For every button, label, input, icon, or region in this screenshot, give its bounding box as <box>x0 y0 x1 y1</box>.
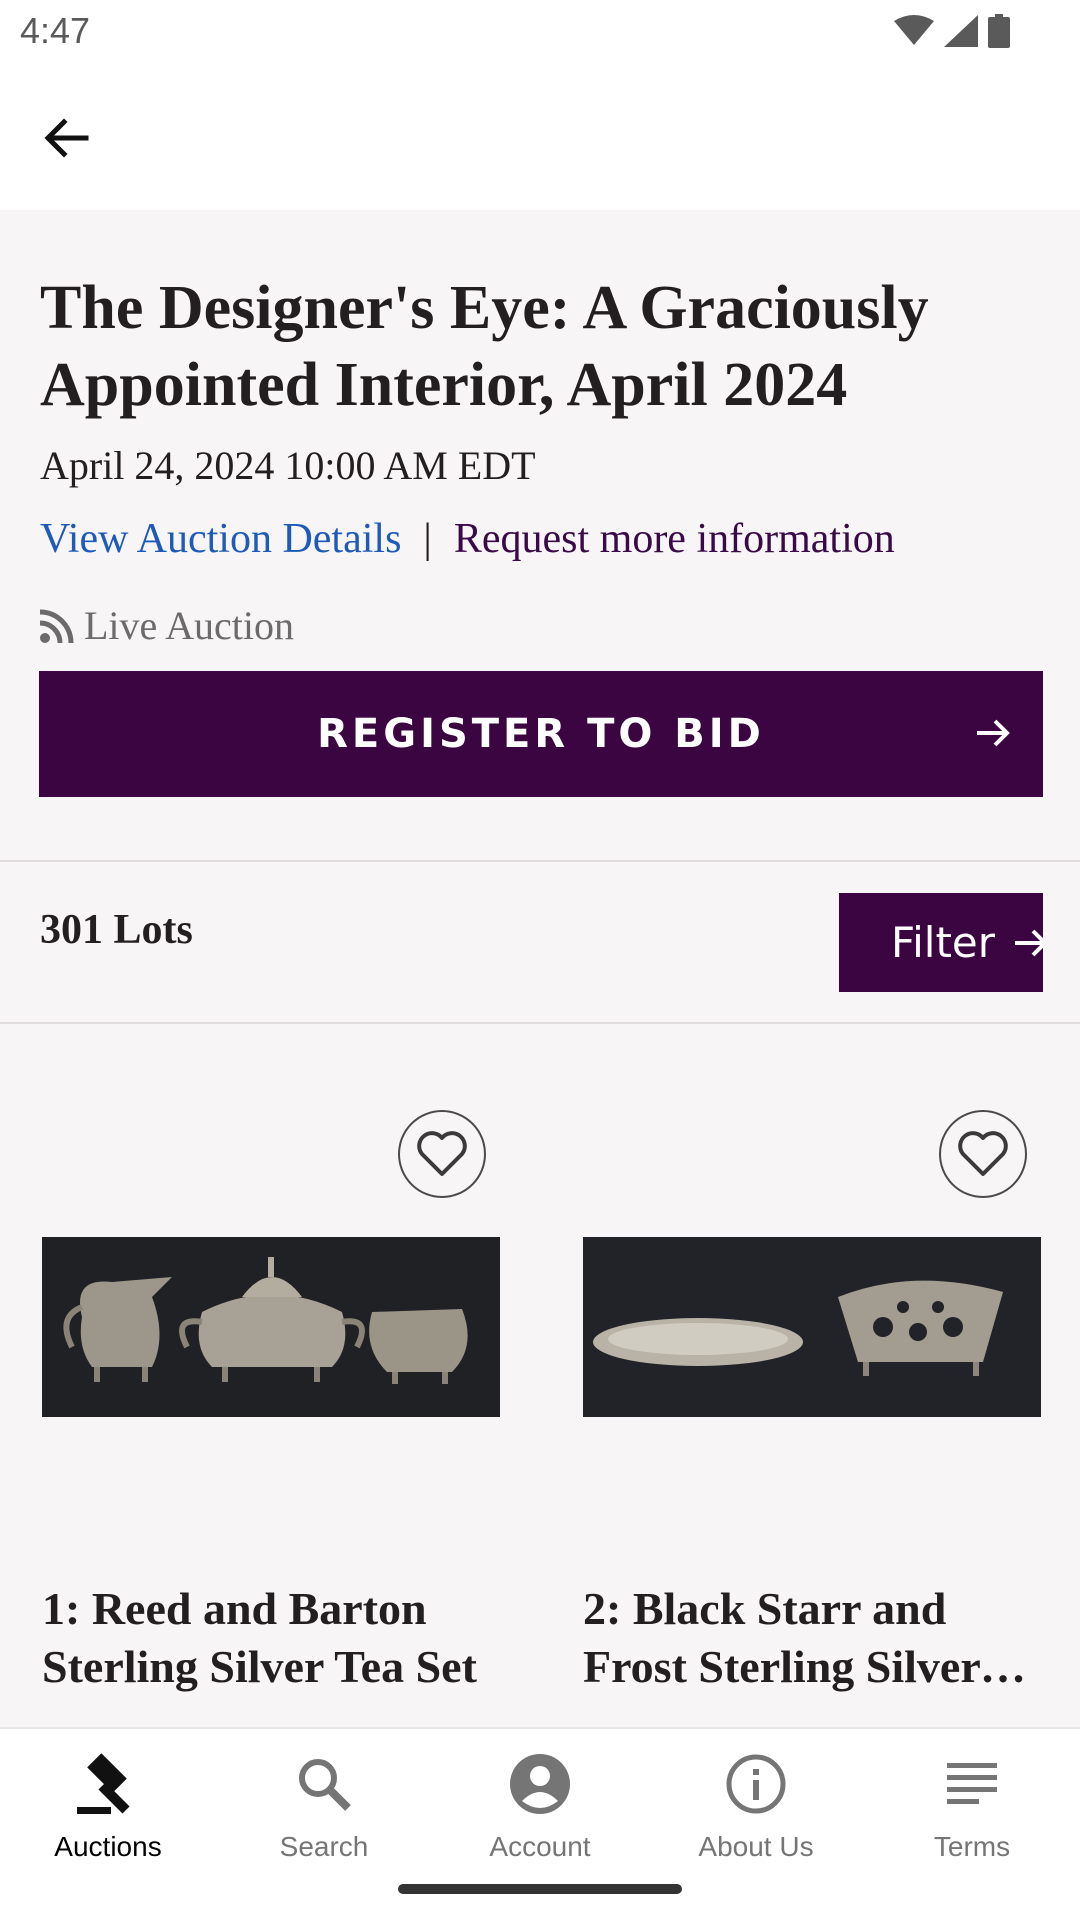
lots-count: 301 Lots <box>40 907 193 953</box>
lot-image[interactable] <box>42 1237 500 1417</box>
arrow-back-icon <box>44 118 89 158</box>
nav-item-account[interactable]: Account <box>432 1749 648 1863</box>
nav-item-auctions[interactable]: Auctions <box>0 1749 216 1863</box>
lot-title[interactable]: 2: Black Starr and Frost Sterling Silver… <box>583 1580 1043 1696</box>
divider <box>0 860 1080 862</box>
link-separator: | <box>423 516 432 562</box>
lot-title[interactable]: 1: Reed and Barton Sterling Silver Tea S… <box>42 1580 502 1696</box>
nav-label: About Us <box>698 1831 814 1862</box>
rss-icon <box>40 609 74 643</box>
home-indicator[interactable] <box>398 1884 682 1894</box>
divider <box>0 1022 1080 1024</box>
filter-button[interactable]: Filter <box>839 893 1043 992</box>
nav-label: Search <box>279 1831 369 1862</box>
register-button-label: REGISTER TO BID <box>317 711 765 757</box>
status-icons <box>894 14 1010 48</box>
info-icon <box>726 1754 786 1814</box>
view-auction-details-link[interactable]: View Auction Details <box>40 515 401 563</box>
favorite-button[interactable] <box>939 1110 1027 1198</box>
live-auction-badge: Live Auction <box>40 602 294 649</box>
status-time: 4:47 <box>20 10 91 51</box>
register-to-bid-button[interactable]: REGISTER TO BID <box>39 671 1043 797</box>
signal-icon <box>944 15 978 47</box>
back-button[interactable] <box>36 108 96 168</box>
arrow-forward-icon <box>1015 929 1043 957</box>
favorite-button[interactable] <box>398 1110 486 1198</box>
terms-icon <box>947 1763 997 1804</box>
nav-label: Terms <box>933 1831 1011 1862</box>
heart-outline-icon <box>417 1131 467 1176</box>
search-icon <box>299 1759 351 1811</box>
battery-icon <box>988 14 1010 48</box>
live-auction-label: Live Auction <box>84 603 294 648</box>
account-icon <box>510 1754 570 1814</box>
nav-item-about-us[interactable]: About Us <box>648 1749 864 1863</box>
gavel-icon <box>77 1753 130 1814</box>
lot-card[interactable]: 2: Black Starr and Frost Sterling Silver… <box>583 1110 1043 1730</box>
arrow-forward-icon <box>977 719 1010 747</box>
filter-button-label: Filter <box>891 918 996 967</box>
lot-card[interactable]: 1: Reed and Barton Sterling Silver Tea S… <box>42 1110 502 1730</box>
auction-links: View Auction Details | Request more info… <box>40 515 895 563</box>
auction-header: The Designer's Eye: A Graciously Appoint… <box>0 210 1080 860</box>
auction-date: April 24, 2024 10:00 AM EDT <box>40 443 536 488</box>
silver-tea-set-image <box>42 1237 500 1417</box>
nav-label: Auctions <box>54 1831 162 1862</box>
wifi-icon <box>894 15 934 45</box>
nav-item-search[interactable]: Search <box>216 1749 432 1863</box>
nav-item-terms[interactable]: Terms <box>864 1749 1080 1863</box>
lot-image[interactable] <box>583 1237 1041 1417</box>
auction-title: The Designer's Eye: A Graciously Appoint… <box>40 274 929 419</box>
heart-outline-icon <box>958 1131 1008 1176</box>
silver-dishes-image <box>583 1237 1041 1417</box>
request-info-link[interactable]: Request more information <box>454 515 895 563</box>
nav-label: Account <box>489 1831 591 1862</box>
status-bar: 4:47 <box>0 0 1080 64</box>
app-bar <box>0 64 1080 210</box>
